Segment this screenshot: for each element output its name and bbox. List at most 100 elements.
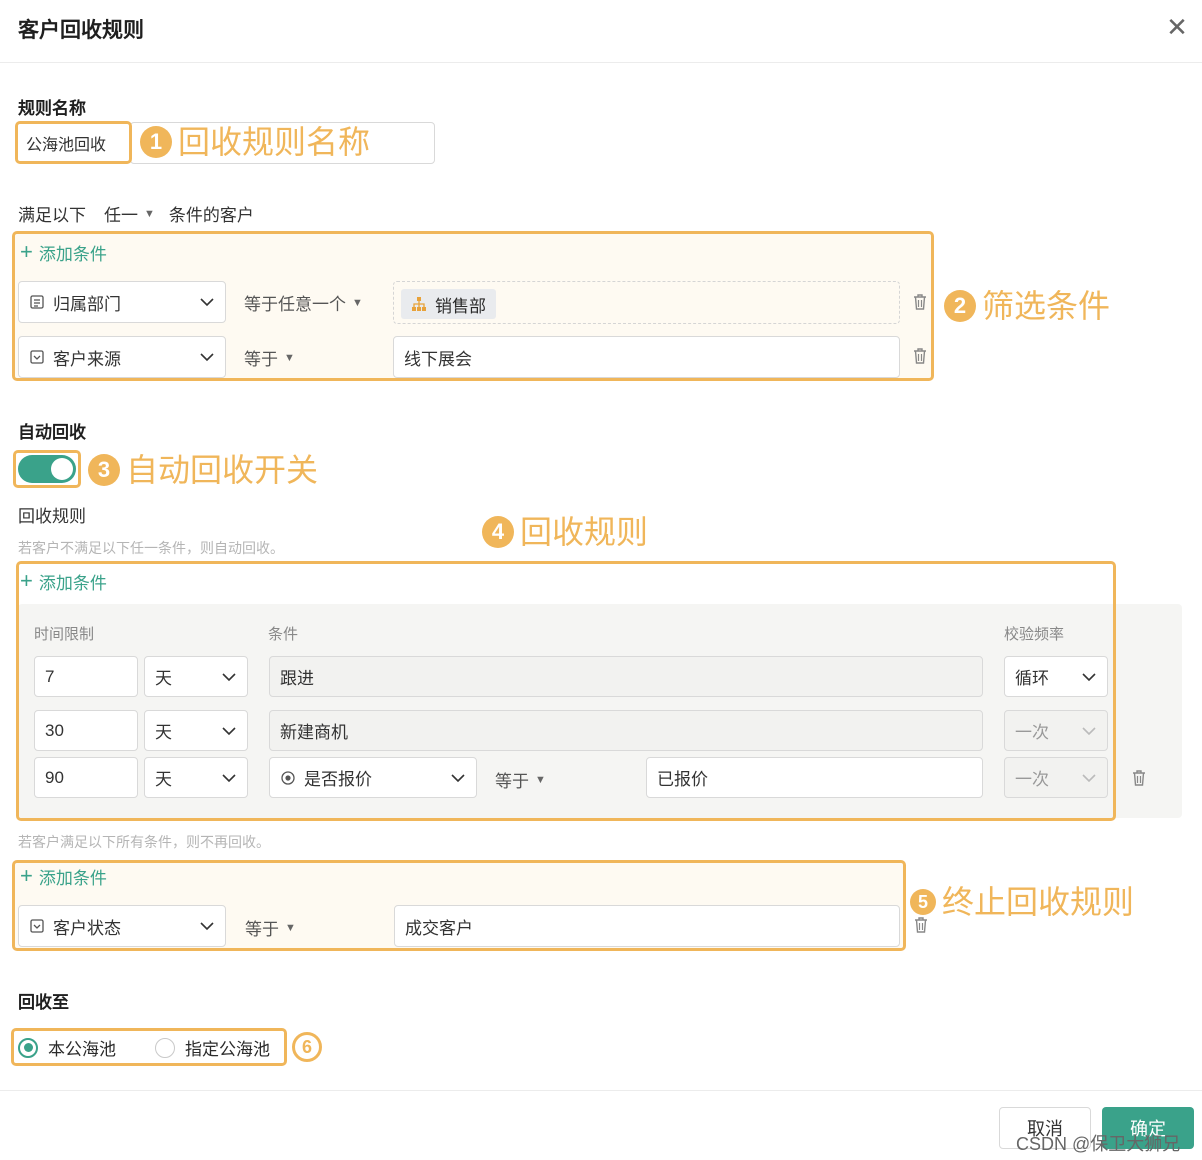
annotation-1-text: 回收规则名称 [178,124,371,160]
filter-prefix: 满足以下 [18,206,86,225]
plus-icon: + [20,568,33,593]
rule-condition-field[interactable]: 跟进 [269,656,983,697]
filter-suffix: 条件的客户 [168,206,254,225]
department-tag-label: 销售部 [435,296,486,316]
chevron-down-icon [1081,669,1097,685]
caret-down-icon: ▼ [535,773,546,786]
annotation-number-5: 5 [910,889,936,915]
time-limit-input[interactable]: 90 [34,757,138,798]
caret-down-icon: ▼ [352,296,363,309]
rule-value-input[interactable]: 已报价 [646,757,983,798]
recycle-to-label: 回收至 [18,993,69,1012]
filter-sentence: 满足以下 任一 ▼ 条件的客户 [18,201,254,226]
time-limit-input[interactable]: 7 [34,656,138,697]
annotation-number-2: 2 [944,290,976,322]
stop-add-condition[interactable]: + 添加条件 [20,863,107,889]
annotation-4: 4 回收规则 [482,516,648,548]
stop-field-label: 客户状态 [53,918,121,938]
rule-name-input[interactable]: 公海池回收 [18,124,129,161]
trash-icon[interactable] [912,347,928,365]
recycle-add-condition[interactable]: + 添加条件 [20,568,107,594]
frequency-select-disabled: 一次 [1004,757,1108,798]
time-unit-label: 天 [155,669,172,688]
rule-field-select[interactable]: 是否报价 [269,757,477,798]
rule-name-label: 规则名称 [18,99,86,118]
rule-operator-label: 等于 [495,772,529,791]
plus-icon: + [20,863,33,888]
header-divider [0,62,1202,63]
filter-operator-label: 等于 [244,350,278,369]
watermark: CSDN @保卫大狮兄 [1016,1134,1181,1154]
annotation-4-text: 回收规则 [520,514,649,550]
chevron-down-icon [221,770,237,786]
annotation-number-4: 4 [482,516,514,548]
match-select[interactable]: 任一 ▼ [104,201,155,226]
source-field-icon [29,349,45,365]
recycle-rule-label: 回收规则 [18,507,86,526]
chevron-down-icon [450,770,466,786]
frequency-label: 一次 [1015,723,1049,742]
rule-operator-select[interactable]: 等于 ▼ [495,767,546,792]
trash-icon[interactable] [1131,769,1147,787]
radio-specific-pool[interactable]: 指定公海池 [155,1035,270,1060]
column-condition: 条件 [268,626,299,643]
annotation-number-1: 1 [140,126,172,158]
time-limit-input[interactable]: 30 [34,710,138,751]
annotation-5-text: 终止回收规则 [942,884,1135,920]
department-tag[interactable]: 销售部 [401,289,496,319]
footer-divider [0,1090,1202,1091]
close-icon[interactable]: ✕ [1164,14,1190,40]
stop-field-select[interactable]: 客户状态 [18,905,226,947]
annotation-1: 1 回收规则名称 [140,126,370,158]
chevron-down-icon [199,349,215,365]
filter-add-label: 添加条件 [38,244,107,264]
recycle-rule-hint: 若客户不满足以下任一条件，则自动回收。 [18,540,284,556]
dialog-title: 客户回收规则 [18,19,144,42]
filter-value-input[interactable]: 线下展会 [393,336,900,378]
rule-field-label: 是否报价 [304,770,372,789]
time-unit-select[interactable]: 天 [144,757,248,798]
filter-operator-select[interactable]: 等于任意一个 ▼ [244,290,363,315]
filter-field-select[interactable]: 客户来源 [18,336,226,378]
recycle-add-label: 添加条件 [38,573,107,593]
plus-icon: + [20,239,33,264]
annotation-6: 6 [292,1032,328,1062]
frequency-select-disabled: 一次 [1004,710,1108,751]
stop-operator-select[interactable]: 等于 ▼ [245,915,296,940]
annotation-3: 3 自动回收开关 [88,454,318,486]
time-unit-select[interactable]: 天 [144,656,248,697]
annotation-2-text: 筛选条件 [982,288,1111,324]
trash-icon[interactable] [912,293,928,311]
auto-recycle-toggle[interactable] [18,455,76,483]
frequency-select[interactable]: 循环 [1004,656,1108,697]
match-select-value: 任一 [104,206,138,225]
time-unit-label: 天 [155,723,172,742]
time-unit-select[interactable]: 天 [144,710,248,751]
status-field-icon [29,918,45,934]
toggle-knob [51,458,73,480]
caret-down-icon: ▼ [284,351,295,364]
stop-add-label: 添加条件 [38,868,107,888]
time-unit-label: 天 [155,770,172,789]
annotation-number-6: 6 [292,1032,322,1062]
rule-condition-field[interactable]: 新建商机 [269,710,983,751]
trash-icon[interactable] [913,916,929,934]
caret-down-icon: ▼ [144,207,155,220]
column-time-limit: 时间限制 [34,626,95,643]
filter-field-label: 归属部门 [53,294,121,314]
chevron-down-icon [1081,770,1097,786]
annotation-3-text: 自动回收开关 [126,452,319,488]
stop-rule-hint: 若客户满足以下所有条件，则不再回收。 [18,834,270,850]
auto-recycle-label: 自动回收 [18,423,86,442]
stop-operator-label: 等于 [245,920,279,939]
filter-field-select[interactable]: 归属部门 [18,281,226,323]
filter-add-condition[interactable]: + 添加条件 [20,239,107,265]
stop-value-input[interactable]: 成交客户 [394,905,900,947]
radio-own-pool[interactable]: 本公海池 [18,1035,116,1060]
filter-field-label: 客户来源 [53,349,121,369]
filter-operator-label: 等于任意一个 [244,295,346,314]
radio-unchecked-icon [155,1037,175,1058]
annotation-number-3: 3 [88,454,120,486]
radio-own-pool-label: 本公海池 [48,1040,116,1059]
filter-operator-select[interactable]: 等于 ▼ [244,345,295,370]
